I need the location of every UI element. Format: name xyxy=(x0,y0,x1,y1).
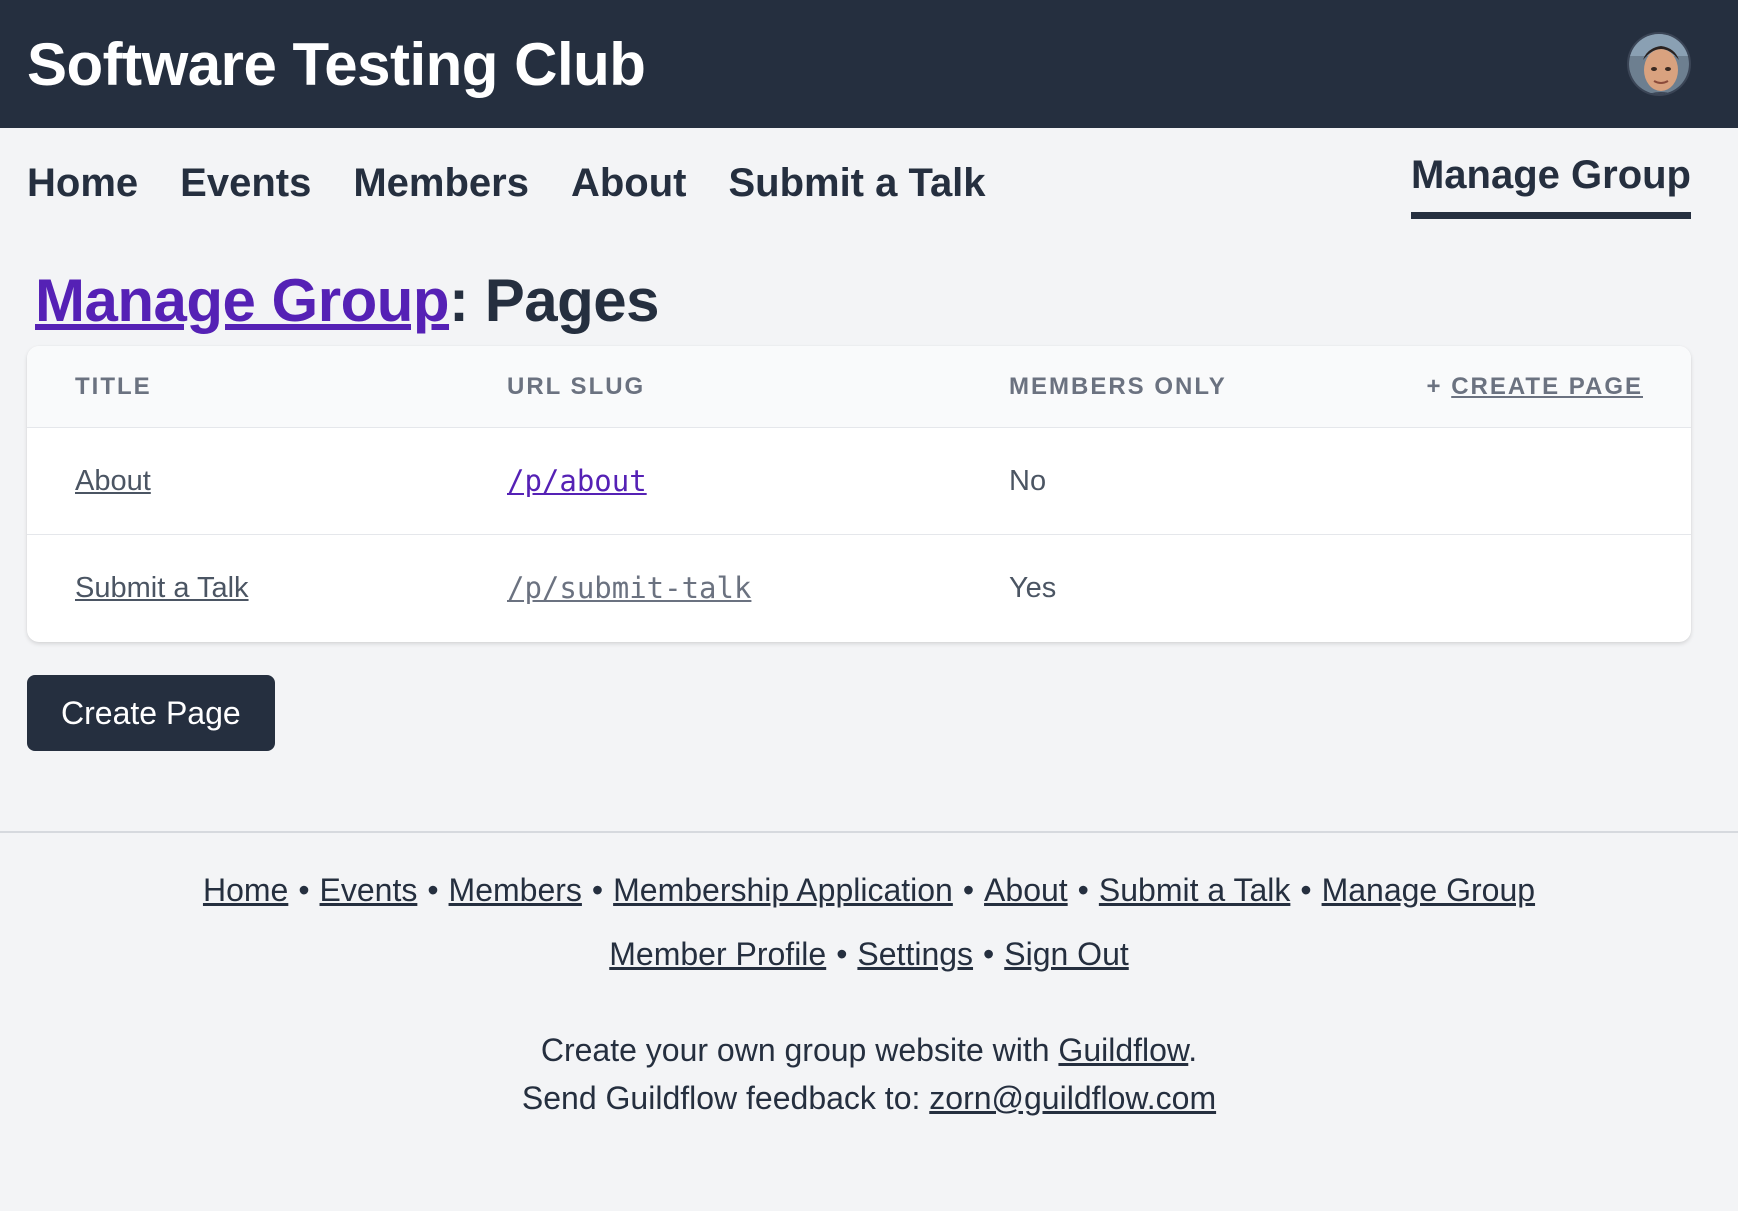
bullet-separator: • xyxy=(983,936,995,972)
table-row: Submit a Talk /p/submit-talk Yes xyxy=(27,535,1691,642)
footer-credits: Create your own group website with Guild… xyxy=(0,1026,1738,1122)
column-header-members-only: MEMBERS ONLY xyxy=(1009,372,1227,400)
nav-item-home[interactable]: Home xyxy=(27,161,138,206)
footer-divider xyxy=(0,831,1738,833)
nav-links: Home Events Members About Submit a Talk xyxy=(27,128,986,206)
avatar-icon xyxy=(1629,34,1689,94)
footer-link-home[interactable]: Home xyxy=(203,872,288,908)
title-cell: Submit a Talk xyxy=(27,572,507,605)
column-header-title: TITLE xyxy=(75,372,152,400)
breadcrumb-separator: : xyxy=(449,267,469,334)
footer-link-submit-talk[interactable]: Submit a Talk xyxy=(1099,872,1291,908)
guildflow-link[interactable]: Guildflow xyxy=(1058,1032,1188,1068)
page-slug-link[interactable]: /p/submit-talk xyxy=(507,571,751,605)
nav-item-about[interactable]: About xyxy=(571,161,687,206)
footer-credit-line-1: Create your own group website with Guild… xyxy=(0,1026,1738,1074)
footer-link-membership-application[interactable]: Membership Application xyxy=(613,872,953,908)
slug-cell: /p/submit-talk xyxy=(507,571,1009,606)
feedback-text: Send Guildflow feedback to: xyxy=(521,1080,930,1116)
footer-link-settings[interactable]: Settings xyxy=(857,936,973,972)
footer-link-about[interactable]: About xyxy=(984,872,1068,908)
footer-nav: Home • Events • Members • Membership Applicati… xyxy=(0,858,1738,986)
footer-links-row-2: Member Profile • Settings • Sign Out xyxy=(0,922,1738,986)
bullet-separator: • xyxy=(427,872,439,908)
table-row: About /p/about No xyxy=(27,428,1691,535)
bullet-separator: • xyxy=(1300,872,1312,908)
bullet-separator: • xyxy=(298,872,310,908)
top-header: Software Testing Club xyxy=(0,0,1738,128)
feedback-email-link[interactable]: zorn@guildflow.com xyxy=(929,1080,1216,1116)
bullet-separator: • xyxy=(1077,872,1089,908)
page-title-link[interactable]: About xyxy=(75,465,151,497)
create-page-label: CREATE PAGE xyxy=(1451,372,1643,400)
page-slug-link[interactable]: /p/about xyxy=(507,464,647,498)
page-title-text: Pages xyxy=(484,267,660,334)
slug-cell: /p/about xyxy=(507,464,1009,499)
table-header: TITLE URL SLUG MEMBERS ONLY + CREATE PAG… xyxy=(27,346,1691,428)
create-page-button[interactable]: Create Page xyxy=(27,675,275,751)
footer-credit-line-2: Send Guildflow feedback to: zorn@guildfl… xyxy=(0,1074,1738,1122)
nav-item-members[interactable]: Members xyxy=(353,161,529,206)
breadcrumb-manage-group[interactable]: Manage Group xyxy=(35,267,450,334)
footer-link-members[interactable]: Members xyxy=(449,872,582,908)
column-header-url-slug: URL SLUG xyxy=(507,372,646,400)
footer-link-manage-group[interactable]: Manage Group xyxy=(1322,872,1535,908)
create-page-header-cell: + CREATE PAGE xyxy=(1391,373,1691,401)
title-cell: About xyxy=(27,465,507,498)
main-nav: Home Events Members About Submit a Talk … xyxy=(0,128,1738,228)
footer-link-sign-out[interactable]: Sign Out xyxy=(1004,936,1129,972)
site-title[interactable]: Software Testing Club xyxy=(27,30,646,99)
footer-link-member-profile[interactable]: Member Profile xyxy=(609,936,826,972)
create-page-link[interactable]: + CREATE PAGE xyxy=(1427,373,1643,400)
members-only-cell: Yes xyxy=(1009,572,1057,604)
page-title: Manage Group: Pages xyxy=(35,266,1738,346)
bullet-separator: • xyxy=(962,872,975,908)
bullet-separator: • xyxy=(836,936,848,972)
nav-item-submit-talk[interactable]: Submit a Talk xyxy=(728,161,985,206)
pages-table: TITLE URL SLUG MEMBERS ONLY + CREATE PAG… xyxy=(27,346,1691,642)
credit-period: . xyxy=(1188,1032,1198,1068)
footer-link-events[interactable]: Events xyxy=(320,872,418,908)
nav-item-manage-group[interactable]: Manage Group xyxy=(1410,153,1691,219)
footer-links-row-1: Home • Events • Members • Membership Applicati… xyxy=(0,858,1738,922)
members-only-cell: No xyxy=(1009,464,1047,497)
plus-icon: + xyxy=(1426,372,1443,400)
bullet-separator: • xyxy=(591,872,604,908)
nav-right: Manage Group xyxy=(1410,128,1691,219)
credit-text: Create your own group website with xyxy=(540,1032,1059,1068)
page-title-link[interactable]: Submit a Talk xyxy=(75,572,249,604)
nav-item-events[interactable]: Events xyxy=(180,161,311,206)
user-avatar[interactable] xyxy=(1627,32,1691,96)
